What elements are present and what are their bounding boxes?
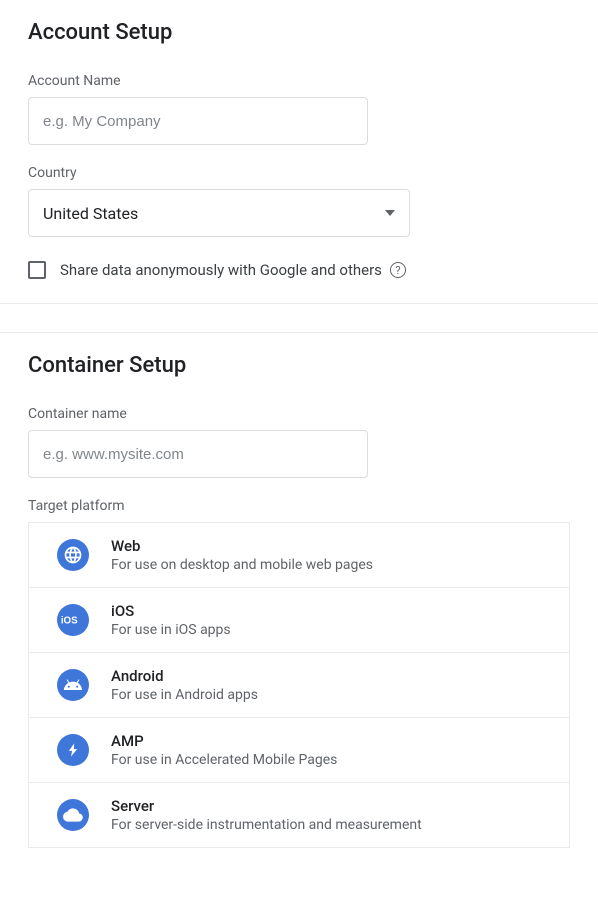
help-icon[interactable]: ? (390, 262, 406, 278)
account-name-input[interactable] (28, 97, 368, 145)
share-data-checkbox[interactable] (28, 261, 46, 279)
share-data-row: Share data anonymously with Google and o… (28, 261, 570, 279)
web-icon (57, 539, 89, 571)
platform-name: AMP (111, 732, 337, 750)
platform-android[interactable]: Android For use in Android apps (29, 653, 569, 718)
country-field: Country United States (28, 165, 570, 237)
platform-name: iOS (111, 602, 231, 620)
ios-icon: iOS (57, 604, 89, 636)
account-name-field: Account Name (28, 73, 570, 145)
platform-text: Web For use on desktop and mobile web pa… (111, 537, 373, 573)
platform-text: Android For use in Android apps (111, 667, 258, 703)
account-setup-title: Account Setup (28, 20, 570, 45)
platform-text: Server For server-side instrumentation a… (111, 797, 422, 833)
country-select[interactable]: United States (28, 189, 410, 237)
platform-desc: For server-side instrumentation and meas… (111, 817, 422, 833)
container-name-field: Container name (28, 406, 570, 478)
platform-desc: For use in Accelerated Mobile Pages (111, 752, 337, 768)
platform-ios[interactable]: iOS iOS For use in iOS apps (29, 588, 569, 653)
platform-name: Web (111, 537, 373, 555)
share-data-label: Share data anonymously with Google and o… (60, 261, 406, 279)
platform-desc: For use in iOS apps (111, 622, 231, 638)
platform-text: iOS For use in iOS apps (111, 602, 231, 638)
platform-name: Server (111, 797, 422, 815)
target-platform-label: Target platform (28, 498, 570, 514)
server-icon (57, 799, 89, 831)
account-name-label: Account Name (28, 73, 570, 89)
platform-desc: For use in Android apps (111, 687, 258, 703)
platform-list: Web For use on desktop and mobile web pa… (28, 522, 570, 848)
platform-amp[interactable]: AMP For use in Accelerated Mobile Pages (29, 718, 569, 783)
platform-text: AMP For use in Accelerated Mobile Pages (111, 732, 337, 768)
section-divider (0, 303, 598, 333)
account-setup-section: Account Setup Account Name Country Unite… (0, 0, 598, 303)
android-icon (57, 669, 89, 701)
country-value: United States (43, 204, 138, 223)
svg-text:iOS: iOS (61, 615, 78, 626)
container-name-input[interactable] (28, 430, 368, 478)
platform-name: Android (111, 667, 258, 685)
amp-icon (57, 734, 89, 766)
container-setup-section: Container Setup Container name Target pl… (0, 333, 598, 872)
platform-web[interactable]: Web For use on desktop and mobile web pa… (29, 523, 569, 588)
platform-desc: For use on desktop and mobile web pages (111, 557, 373, 573)
country-label: Country (28, 165, 570, 181)
container-setup-title: Container Setup (28, 353, 570, 378)
platform-server[interactable]: Server For server-side instrumentation a… (29, 783, 569, 848)
container-name-label: Container name (28, 406, 570, 422)
chevron-down-icon (385, 210, 395, 216)
